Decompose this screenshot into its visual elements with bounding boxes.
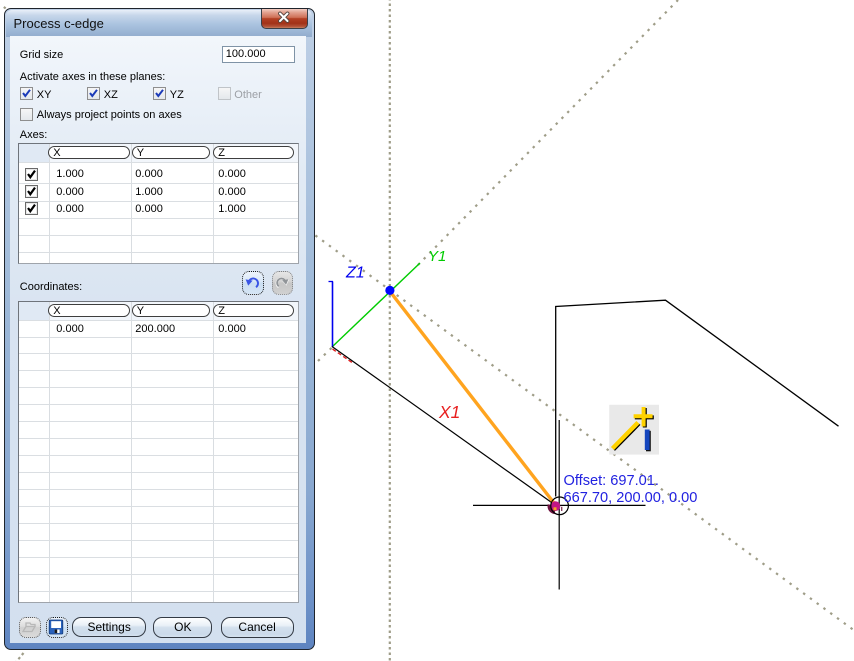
svg-text:Offset: 697.01.: Offset: 697.01. [564, 473, 659, 489]
svg-text:X1: X1 [438, 402, 460, 422]
svg-text:Z1: Z1 [345, 265, 365, 282]
svg-text:667.70, 200.00, 0.00: 667.70, 200.00, 0.00 [564, 490, 698, 506]
svg-text:Y1: Y1 [428, 248, 446, 265]
